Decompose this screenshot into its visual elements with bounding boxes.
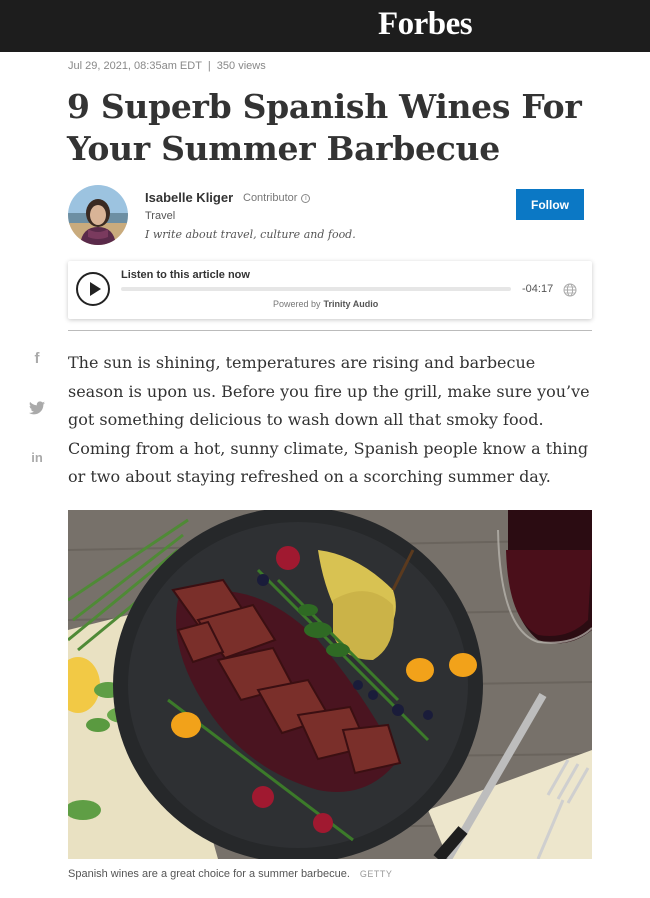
audio-progress-bar[interactable] — [121, 287, 511, 291]
author-section-link[interactable]: Travel — [145, 210, 175, 222]
caption-text: Spanish wines are a great choice for a s… — [68, 868, 350, 880]
audio-time-remaining: -04:17 — [522, 283, 554, 295]
facebook-icon[interactable]: f — [27, 350, 47, 368]
twitter-bird-shape — [29, 401, 45, 415]
site-header: Forbes — [0, 0, 650, 52]
author-bio: I write about travel, culture and food. — [145, 228, 356, 241]
article-body-paragraph: The sun is shining, temperatures are ris… — [68, 353, 590, 486]
author-avatar[interactable] — [68, 185, 128, 245]
twitter-icon[interactable] — [27, 401, 47, 419]
follow-button[interactable]: Follow — [516, 189, 584, 220]
author-role: Contributor i — [243, 192, 311, 204]
forbes-logo[interactable]: Forbes — [378, 6, 473, 43]
hero-image[interactable] — [68, 510, 592, 859]
food-photo — [68, 510, 592, 859]
section-divider — [68, 330, 592, 331]
meta-separator: | — [207, 60, 211, 72]
publish-date: Jul 29, 2021, 08:35am EDT — [68, 60, 202, 72]
powered-by: Powered by Trinity Audio — [273, 299, 378, 309]
image-caption: Spanish wines are a great choice for a s… — [68, 868, 392, 880]
article-meta: Jul 29, 2021, 08:35am EDT | 350 views — [68, 60, 266, 72]
info-icon[interactable]: i — [301, 194, 311, 203]
avatar-photo — [68, 185, 128, 245]
view-count: 350 views — [216, 60, 266, 72]
linkedin-icon[interactable]: in — [27, 450, 47, 468]
audio-provider-link[interactable]: Trinity Audio — [324, 299, 379, 309]
play-icon[interactable] — [76, 272, 110, 306]
globe-icon[interactable] — [563, 283, 577, 297]
author-role-label: Contributor — [243, 192, 298, 204]
image-credit: GETTY — [359, 869, 393, 879]
audio-label: Listen to this article now — [121, 269, 250, 281]
article-title: 9 Superb Spanish Wines For Your Summer B… — [67, 87, 582, 168]
author-name[interactable]: Isabelle Kliger — [145, 190, 233, 205]
audio-player: Listen to this article now -04:17 Powere… — [68, 261, 592, 319]
powered-by-label: Powered by — [273, 299, 321, 309]
